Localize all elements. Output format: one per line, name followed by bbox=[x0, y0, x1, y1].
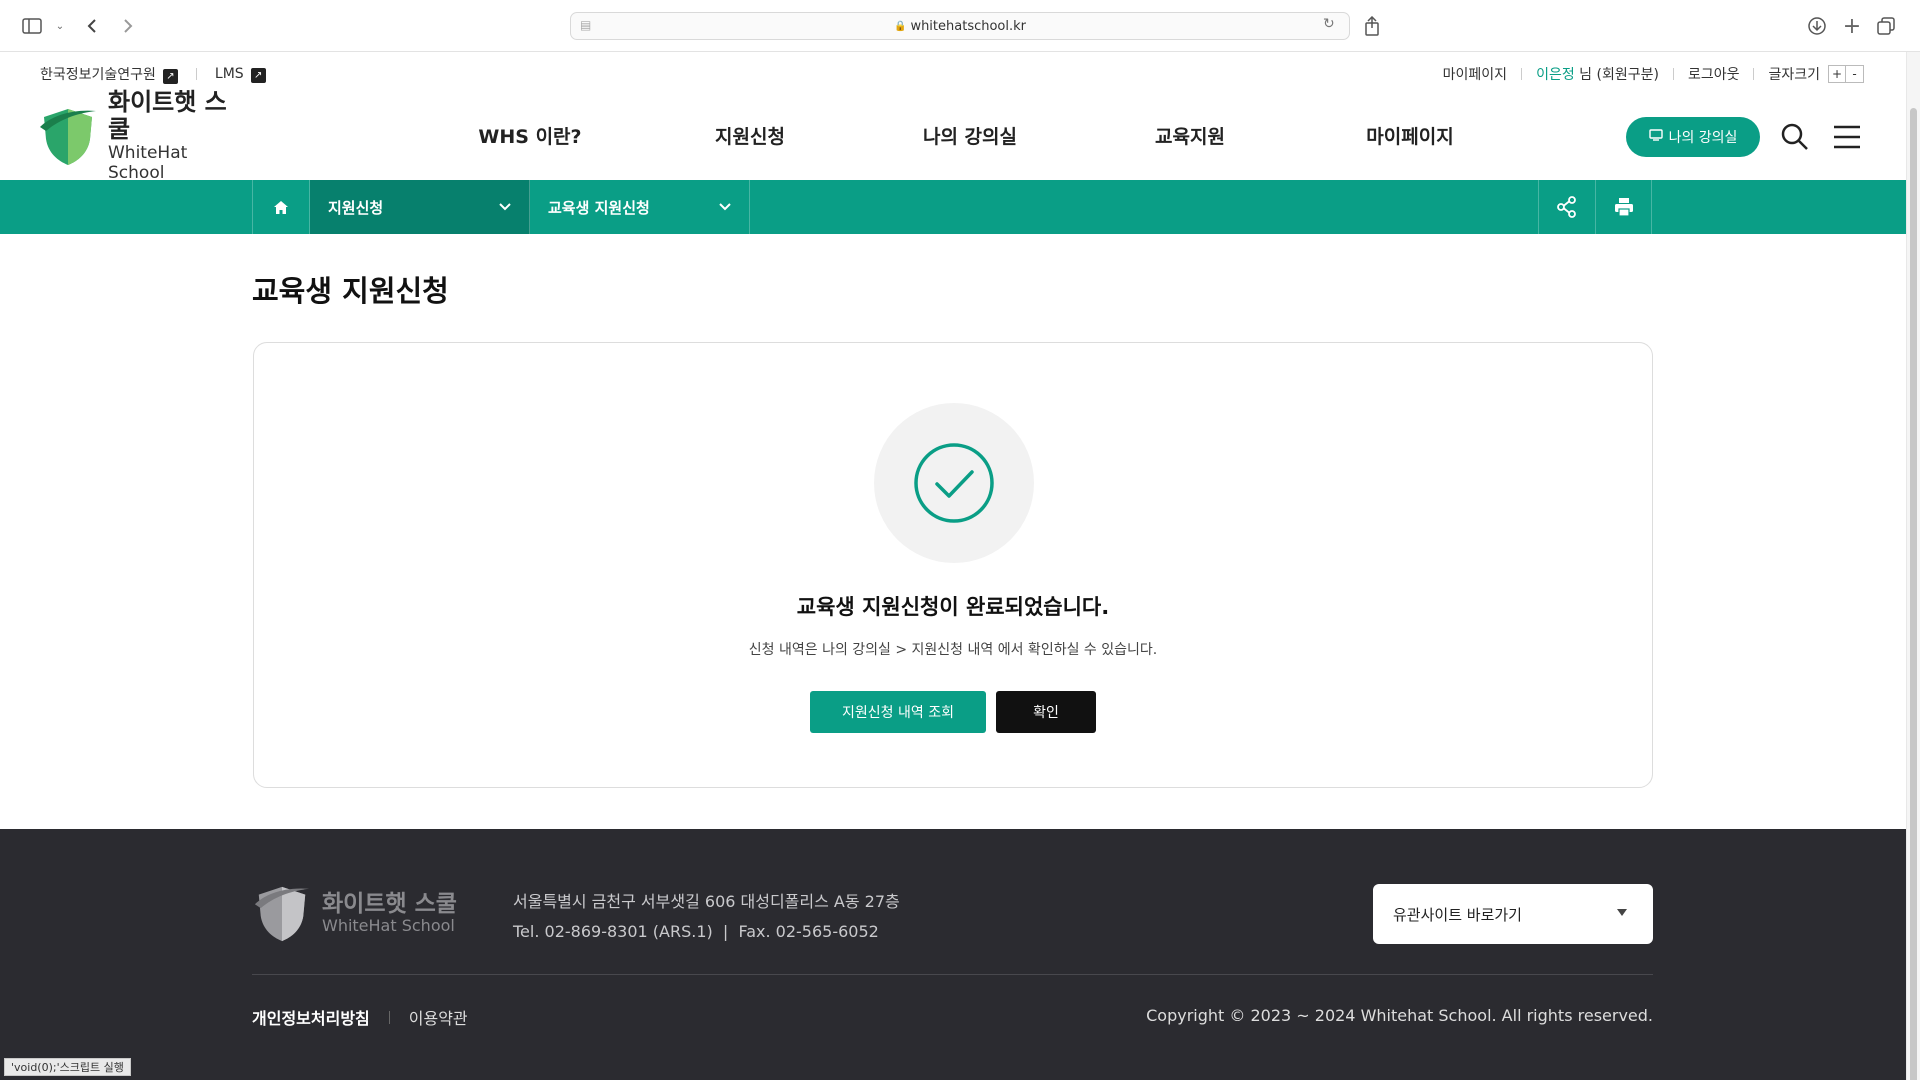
lms-link[interactable]: LMS ↗ bbox=[215, 66, 266, 83]
footer-links: 개인정보처리방침 이용약관 bbox=[252, 1005, 468, 1029]
page-settings-icon[interactable]: ▤ bbox=[580, 18, 596, 34]
font-increase-button[interactable]: + bbox=[1828, 65, 1846, 83]
divider bbox=[195, 68, 197, 80]
action-buttons: 지원신청 내역 조회 확인 bbox=[254, 691, 1652, 733]
location-bar: 지원신청 교육생 지원신청 bbox=[0, 180, 1906, 234]
nav-apply[interactable]: 지원신청 bbox=[640, 122, 860, 149]
check-circle-icon bbox=[914, 443, 994, 523]
footer-logo-english: WhiteHat School bbox=[322, 916, 455, 936]
breadcrumb-depth1[interactable]: 지원신청 bbox=[310, 180, 530, 234]
address-bar[interactable]: ▤ 🔒 whitehatschool.kr ↻ bbox=[570, 12, 1350, 40]
font-size-label: 글자크기 bbox=[1768, 67, 1820, 83]
monitor-icon bbox=[1648, 129, 1663, 145]
success-badge bbox=[874, 403, 1034, 563]
footer-logo: 화이트햇 스쿨 WhiteHat School bbox=[252, 883, 457, 943]
forward-arrow-icon[interactable] bbox=[116, 14, 140, 38]
footer-address-block: 서울특별시 금천구 서부샛길 606 대성디폴리스 A동 27층 Tel. 02… bbox=[513, 887, 900, 947]
shield-logo-icon bbox=[254, 886, 310, 942]
breadcrumb-depth2[interactable]: 교육생 지원신청 bbox=[530, 180, 750, 234]
user-role: 님 (회원구분) bbox=[1574, 67, 1659, 83]
nav-education-support[interactable]: 교육지원 bbox=[1080, 122, 1300, 149]
view-application-history-button[interactable]: 지원신청 내역 조회 bbox=[810, 691, 986, 733]
footer-address: 서울특별시 금천구 서부샛길 606 대성디폴리스 A동 27층 bbox=[513, 892, 900, 911]
nav-mypage[interactable]: 마이페이지 bbox=[1300, 122, 1520, 149]
external-link-icon: ↗ bbox=[250, 67, 266, 83]
share-icon bbox=[1557, 196, 1576, 218]
divider bbox=[388, 1010, 390, 1024]
logo-english: WhiteHat School bbox=[108, 143, 188, 183]
browser-toolbar: ⌄ ▤ 🔒 whitehatschool.kr ↻ + bbox=[0, 0, 1920, 52]
completion-description: 신청 내역은 나의 강의실 > 지원신청 내역 에서 확인하실 수 있습니다. bbox=[748, 642, 1158, 658]
my-classroom-button[interactable]: 나의 강의실 bbox=[1626, 117, 1760, 157]
scrollbar-thumb[interactable] bbox=[1910, 108, 1917, 1080]
status-bar-tooltip: 'void(0);'스크립트 실행 bbox=[4, 1058, 131, 1076]
footer-divider bbox=[252, 974, 1653, 975]
search-icon[interactable] bbox=[1780, 122, 1810, 152]
new-tab-icon[interactable]: + bbox=[1840, 14, 1864, 39]
divider bbox=[1753, 68, 1755, 80]
chevron-down-icon[interactable]: ⌄ bbox=[48, 14, 72, 38]
logo-korean: 화이트햇 스쿨 bbox=[108, 87, 227, 144]
page-title: 교육생 지원신청 bbox=[252, 274, 449, 308]
site-footer: 화이트햇 스쿨 WhiteHat School 서울특별시 금천구 서부샛길 6… bbox=[0, 829, 1906, 1080]
breadcrumb-depth1-label: 지원신청 bbox=[328, 198, 384, 217]
share-icon[interactable] bbox=[1360, 14, 1384, 38]
chevron-down-icon bbox=[719, 203, 731, 211]
terms-link[interactable]: 이용약관 bbox=[409, 1005, 468, 1029]
download-icon[interactable] bbox=[1805, 14, 1829, 38]
copyright: Copyright © 2023 ~ 2024 Whitehat School.… bbox=[1146, 1006, 1653, 1025]
divider bbox=[1672, 68, 1674, 80]
mypage-link[interactable]: 마이페이지 bbox=[1443, 64, 1507, 84]
site-logo[interactable]: 화이트햇 스쿨 WhiteHat School bbox=[38, 88, 248, 182]
nav-about[interactable]: WHS 이란? bbox=[420, 122, 640, 149]
user-info: 이은정 님 (회원구분) bbox=[1536, 64, 1659, 84]
chevron-down-icon bbox=[499, 203, 511, 211]
site-header: 화이트햇 스쿨 WhiteHat School WHS 이란? 지원신청 나의 … bbox=[0, 88, 1906, 182]
lock-icon: 🔒 bbox=[893, 20, 907, 32]
user-links: 마이페이지 이은정 님 (회원구분) 로그아웃 글자크기 + - bbox=[1443, 64, 1864, 84]
kisia-link[interactable]: 한국정보기술연구원 ↗ bbox=[40, 64, 178, 84]
back-arrow-icon[interactable] bbox=[80, 14, 104, 38]
user-name: 이은정 bbox=[1536, 67, 1575, 83]
print-button[interactable] bbox=[1595, 180, 1652, 234]
tab-overview-icon[interactable] bbox=[1874, 14, 1898, 38]
breadcrumb-depth2-label: 교육생 지원신청 bbox=[548, 198, 650, 217]
sidebar-toggle-icon[interactable] bbox=[20, 14, 44, 38]
font-size-controls: + - bbox=[1828, 65, 1864, 83]
family-links: 한국정보기술연구원 ↗ LMS ↗ bbox=[40, 64, 266, 84]
my-classroom-button-label: 나의 강의실 bbox=[1668, 130, 1738, 146]
logout-link[interactable]: 로그아웃 bbox=[1688, 64, 1740, 84]
nav-my-classroom[interactable]: 나의 강의실 bbox=[860, 122, 1080, 149]
related-sites-label: 유관사이트 바로가기 bbox=[1393, 905, 1522, 924]
reload-icon[interactable]: ↻ bbox=[1323, 16, 1341, 34]
shield-logo-icon bbox=[40, 109, 96, 165]
main-nav: WHS 이란? 지원신청 나의 강의실 교육지원 마이페이지 bbox=[420, 122, 1520, 149]
kisia-link-label: 한국정보기술연구원 bbox=[40, 67, 156, 83]
caret-down-icon bbox=[1617, 909, 1627, 916]
utility-bar: 한국정보기술연구원 ↗ LMS ↗ 마이페이지 이은정 님 (회원구분) 로그아웃 … bbox=[0, 52, 1906, 92]
font-decrease-button[interactable]: - bbox=[1846, 65, 1864, 83]
confirm-button[interactable]: 확인 bbox=[996, 691, 1096, 733]
printer-icon bbox=[1614, 198, 1633, 217]
related-sites-select[interactable]: 유관사이트 바로가기 bbox=[1373, 884, 1653, 944]
share-button[interactable] bbox=[1538, 180, 1595, 234]
divider bbox=[1521, 68, 1523, 80]
home-button[interactable] bbox=[252, 180, 310, 234]
footer-logo-korean: 화이트햇 스쿨 bbox=[322, 890, 457, 917]
external-link-icon: ↗ bbox=[162, 69, 178, 84]
privacy-policy-link[interactable]: 개인정보처리방침 bbox=[252, 1005, 370, 1029]
url-text: whitehatschool.kr bbox=[910, 18, 1027, 34]
hamburger-menu-icon[interactable] bbox=[1832, 124, 1862, 150]
lms-link-label: LMS bbox=[214, 65, 244, 82]
completion-card: 교육생 지원신청이 완료되었습니다. 신청 내역은 나의 강의실 > 지원신청 … bbox=[253, 342, 1653, 788]
completion-message: 교육생 지원신청이 완료되었습니다. bbox=[796, 595, 1110, 619]
footer-contact: Tel. 02-869-8301 (ARS.1) | Fax. 02-565-6… bbox=[513, 922, 879, 941]
home-icon bbox=[274, 200, 288, 214]
page-scrollbar[interactable] bbox=[1906, 52, 1920, 1080]
